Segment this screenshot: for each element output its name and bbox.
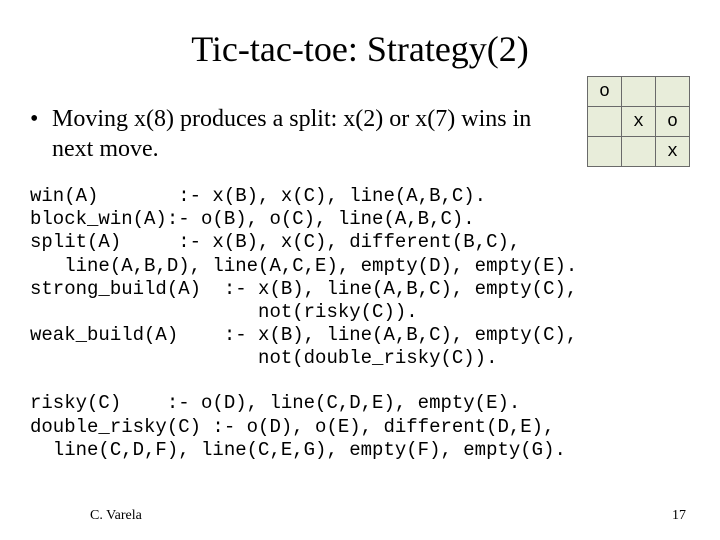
bullet-text: Moving x(8) produces a split: x(2) or x(…	[52, 104, 577, 164]
code-block-2: risky(C) :- o(D), line(C,D,E), empty(E).…	[30, 392, 690, 462]
cell-1-0	[588, 107, 622, 137]
slide: Tic-tac-toe: Strategy(2) • Moving x(8) p…	[0, 0, 720, 540]
bullet-item: • Moving x(8) produces a split: x(2) or …	[30, 104, 577, 164]
code-block-1: win(A) :- x(B), x(C), line(A,B,C). block…	[30, 185, 690, 370]
cell-1-2: o	[656, 107, 690, 137]
cell-2-1	[622, 137, 656, 167]
bullet-marker: •	[30, 104, 52, 164]
cell-0-0: o	[588, 77, 622, 107]
board-row: x	[588, 137, 690, 167]
tic-tac-toe-board: o x o x	[587, 76, 690, 167]
top-row: • Moving x(8) produces a split: x(2) or …	[30, 76, 690, 167]
slide-title: Tic-tac-toe: Strategy(2)	[30, 28, 690, 70]
cell-0-2	[656, 77, 690, 107]
cell-0-1	[622, 77, 656, 107]
cell-2-0	[588, 137, 622, 167]
footer-page-number: 17	[672, 508, 686, 524]
bullet-block: • Moving x(8) produces a split: x(2) or …	[30, 76, 587, 164]
footer-author: C. Varela	[90, 508, 142, 524]
board-row: x o	[588, 107, 690, 137]
cell-2-2: x	[656, 137, 690, 167]
cell-1-1: x	[622, 107, 656, 137]
board-row: o	[588, 77, 690, 107]
